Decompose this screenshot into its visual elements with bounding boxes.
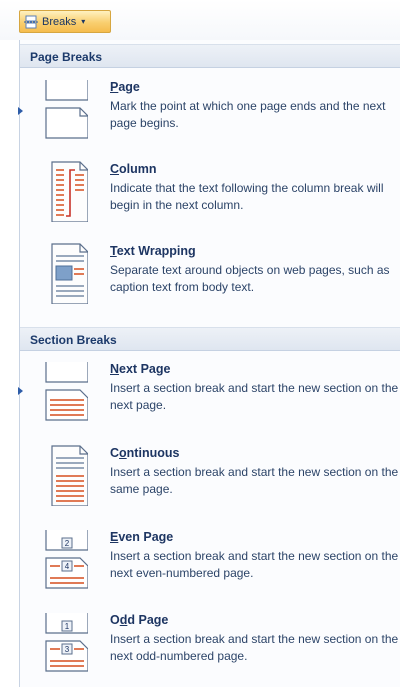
page-breaks-icon <box>24 15 38 28</box>
menu-item-page-description: Mark the point at which one page ends an… <box>110 99 386 130</box>
menu-item-next-page-title: Next Page <box>110 362 171 376</box>
menu-item-even-page-description: Insert a section break and start the new… <box>110 549 399 580</box>
active-marker-icon <box>18 387 23 395</box>
menu-item-text-wrapping-title: Text Wrapping <box>110 244 196 258</box>
menu-item-column-description: Indicate that the text following the col… <box>110 181 384 212</box>
page-break-icon <box>45 80 88 139</box>
odd-page-number-lower: 3 <box>65 645 70 654</box>
even-page-icon: 2 4 <box>45 530 88 589</box>
menu-item-text-wrapping-description: Separate text around objects on web page… <box>110 263 390 294</box>
menu-item-odd-page-description: Insert a section break and start the new… <box>110 632 399 663</box>
next-page-icon <box>45 362 88 421</box>
menu-item-page[interactable]: Page Mark the point at which one page en… <box>18 72 400 154</box>
breaks-dropdown-menu: Page Breaks Page Mark the point at which… <box>18 40 400 687</box>
section-breaks-header: Section Breaks <box>20 327 400 351</box>
menu-item-next-page[interactable]: Next Page Insert a section break and sta… <box>18 354 400 436</box>
menu-item-odd-page[interactable]: 1 3 ODd Page Insert a section break and … <box>20 605 400 687</box>
menu-item-continuous[interactable]: COntinuous Insert a section break and st… <box>20 438 400 520</box>
text-wrapping-icon <box>51 243 88 304</box>
menu-item-odd-page-title: ODd Page <box>110 613 169 627</box>
page-breaks-header: Page Breaks <box>20 44 400 68</box>
menu-item-even-page[interactable]: 2 4 Even Page Insert a section break and… <box>20 522 400 604</box>
ribbon-strip: Breaks ▾ <box>0 0 400 40</box>
odd-page-number-upper: 1 <box>65 622 70 631</box>
chevron-down-icon: ▾ <box>81 17 86 26</box>
menu-item-column-title: Column <box>110 162 157 176</box>
active-marker-icon <box>18 107 23 115</box>
even-page-number-lower: 4 <box>65 562 70 571</box>
continuous-icon <box>51 445 88 506</box>
menu-item-continuous-description: Insert a section break and start the new… <box>110 465 399 496</box>
breaks-button-label: Breaks <box>42 15 77 28</box>
menu-item-page-title: Page <box>110 80 140 94</box>
menu-item-continuous-title: COntinuous <box>110 446 180 460</box>
menu-item-next-page-description: Insert a section break and start the new… <box>110 381 399 412</box>
menu-item-column[interactable]: Column Indicate that the text following … <box>20 154 400 236</box>
odd-page-icon: 1 3 <box>45 613 88 672</box>
menu-item-even-page-title: Even Page <box>110 530 174 544</box>
breaks-button[interactable]: Breaks ▾ <box>19 10 111 33</box>
menu-item-text-wrapping[interactable]: Text Wrapping Separate text around objec… <box>20 236 400 318</box>
even-page-number-upper: 2 <box>65 539 70 548</box>
column-break-icon <box>51 161 88 222</box>
